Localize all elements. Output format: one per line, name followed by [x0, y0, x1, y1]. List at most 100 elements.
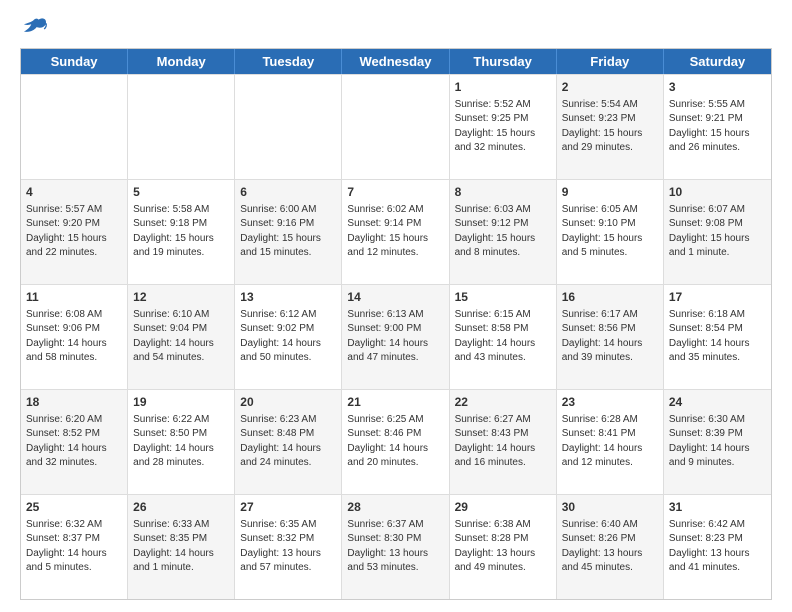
day-number: 20 — [240, 394, 336, 411]
day-number: 15 — [455, 289, 551, 306]
calendar-day-9: 9 Sunrise: 6:05 AMSunset: 9:10 PMDaylight… — [557, 180, 664, 284]
calendar-day-22: 22 Sunrise: 6:27 AMSunset: 8:43 PMDayligh… — [450, 390, 557, 494]
calendar-empty-cell — [21, 75, 128, 179]
day-info: Sunrise: 6:05 AMSunset: 9:10 PMDaylight:… — [562, 203, 658, 261]
calendar-day-11: 11Sunrise: 6:08 AMSunset: 9:06 PMDayligh… — [21, 285, 128, 389]
day-number: 14 — [347, 289, 443, 306]
calendar-day-17: 17 Sunrise: 6:18 AMSunset: 8:54 PMDayligh… — [664, 285, 771, 389]
day-info: Sunrise: 6:25 AMSunset: 8:46 PMDaylight:… — [347, 413, 443, 471]
day-number: 12 — [133, 289, 229, 306]
day-info: Sunrise: 6:35 AMSunset: 8:32 PMDaylight:… — [240, 518, 336, 576]
calendar-day-16: 16 Sunrise: 6:17 AMSunset: 8:56 PMDayligh… — [557, 285, 664, 389]
day-info: Sunrise: 6:07 AMSunset: 9:08 PMDaylight:… — [669, 203, 766, 261]
day-number: 5 — [133, 184, 229, 201]
day-info: Sunrise: 6:18 AMSunset: 8:54 PMDaylight:… — [669, 308, 766, 366]
header-day-thursday: Thursday — [450, 49, 557, 74]
calendar-empty-cell — [128, 75, 235, 179]
calendar: SundayMondayTuesdayWednesdayThursdayFrid… — [20, 48, 772, 600]
day-info: Sunrise: 6:22 AMSunset: 8:50 PMDaylight:… — [133, 413, 229, 471]
day-info: Sunrise: 6:03 AMSunset: 9:12 PMDaylight:… — [455, 203, 551, 261]
day-info: Sunrise: 6:27 AMSunset: 8:43 PMDaylight:… — [455, 413, 551, 471]
calendar-day-15: 15 Sunrise: 6:15 AMSunset: 8:58 PMDayligh… — [450, 285, 557, 389]
calendar-day-10: 10 Sunrise: 6:07 AMSunset: 9:08 PMDayligh… — [664, 180, 771, 284]
logo-bird-icon — [20, 16, 48, 38]
day-number: 29 — [455, 499, 551, 516]
calendar-day-24: 24Sunrise: 6:30 AMSunset: 8:39 PMDayligh… — [664, 390, 771, 494]
day-info: Sunrise: 6:23 AMSunset: 8:48 PMDaylight:… — [240, 413, 336, 471]
calendar-day-25: 25 Sunrise: 6:32 AMSunset: 8:37 PMDayligh… — [21, 495, 128, 599]
day-number: 28 — [347, 499, 443, 516]
calendar-day-26: 26 Sunrise: 6:33 AMSunset: 8:35 PMDayligh… — [128, 495, 235, 599]
day-number: 22 — [455, 394, 551, 411]
day-number: 30 — [562, 499, 658, 516]
day-number: 19 — [133, 394, 229, 411]
day-number: 7 — [347, 184, 443, 201]
day-number: 25 — [26, 499, 122, 516]
day-number: 2 — [562, 79, 658, 96]
day-info: Sunrise: 6:10 AMSunset: 9:04 PMDaylight:… — [133, 308, 229, 366]
day-info: Sunrise: 6:02 AMSunset: 9:14 PMDaylight:… — [347, 203, 443, 261]
calendar-day-20: 20 Sunrise: 6:23 AMSunset: 8:48 PMDayligh… — [235, 390, 342, 494]
calendar-day-7: 7 Sunrise: 6:02 AMSunset: 9:14 PMDaylight… — [342, 180, 449, 284]
calendar-day-5: 5 Sunrise: 5:58 AMSunset: 9:18 PMDaylight… — [128, 180, 235, 284]
calendar-row-2: 4Sunrise: 5:57 AMSunset: 9:20 PMDaylight… — [21, 179, 771, 284]
day-number: 10 — [669, 184, 766, 201]
day-number: 31 — [669, 499, 766, 516]
day-number: 11 — [26, 289, 122, 306]
calendar-body: 1 Sunrise: 5:52 AMSunset: 9:25 PMDaylight… — [21, 74, 771, 599]
calendar-row-4: 18 Sunrise: 6:20 AMSunset: 8:52 PMDayligh… — [21, 389, 771, 494]
calendar-day-28: 28 Sunrise: 6:37 AMSunset: 8:30 PMDayligh… — [342, 495, 449, 599]
day-info: Sunrise: 6:13 AMSunset: 9:00 PMDaylight:… — [347, 308, 443, 366]
header-day-monday: Monday — [128, 49, 235, 74]
calendar-day-21: 21 Sunrise: 6:25 AMSunset: 8:46 PMDayligh… — [342, 390, 449, 494]
day-number: 16 — [562, 289, 658, 306]
day-number: 23 — [562, 394, 658, 411]
day-info: Sunrise: 6:33 AMSunset: 8:35 PMDaylight:… — [133, 518, 229, 576]
calendar-day-12: 12 Sunrise: 6:10 AMSunset: 9:04 PMDayligh… — [128, 285, 235, 389]
calendar-day-8: 8 Sunrise: 6:03 AMSunset: 9:12 PMDaylight… — [450, 180, 557, 284]
calendar-row-3: 11Sunrise: 6:08 AMSunset: 9:06 PMDayligh… — [21, 284, 771, 389]
day-number: 26 — [133, 499, 229, 516]
calendar-day-23: 23 Sunrise: 6:28 AMSunset: 8:41 PMDayligh… — [557, 390, 664, 494]
calendar-day-4: 4Sunrise: 5:57 AMSunset: 9:20 PMDaylight… — [21, 180, 128, 284]
day-info: Sunrise: 6:15 AMSunset: 8:58 PMDaylight:… — [455, 308, 551, 366]
day-info: Sunrise: 6:20 AMSunset: 8:52 PMDaylight:… — [26, 413, 122, 471]
calendar-row-1: 1 Sunrise: 5:52 AMSunset: 9:25 PMDaylight… — [21, 74, 771, 179]
day-info: Sunrise: 6:00 AMSunset: 9:16 PMDaylight:… — [240, 203, 336, 261]
day-number: 18 — [26, 394, 122, 411]
day-number: 6 — [240, 184, 336, 201]
day-info: Sunrise: 6:28 AMSunset: 8:41 PMDaylight:… — [562, 413, 658, 471]
day-info: Sunrise: 6:40 AMSunset: 8:26 PMDaylight:… — [562, 518, 658, 576]
calendar-day-6: 6 Sunrise: 6:00 AMSunset: 9:16 PMDaylight… — [235, 180, 342, 284]
header-day-sunday: Sunday — [21, 49, 128, 74]
calendar-day-19: 19 Sunrise: 6:22 AMSunset: 8:50 PMDayligh… — [128, 390, 235, 494]
day-number: 3 — [669, 79, 766, 96]
calendar-day-3: 3 Sunrise: 5:55 AMSunset: 9:21 PMDaylight… — [664, 75, 771, 179]
calendar-day-29: 29Sunrise: 6:38 AMSunset: 8:28 PMDayligh… — [450, 495, 557, 599]
day-info: Sunrise: 5:52 AMSunset: 9:25 PMDaylight:… — [455, 98, 551, 156]
day-number: 17 — [669, 289, 766, 306]
day-info: Sunrise: 6:12 AMSunset: 9:02 PMDaylight:… — [240, 308, 336, 366]
calendar-empty-cell — [235, 75, 342, 179]
logo — [20, 16, 54, 38]
calendar-day-1: 1 Sunrise: 5:52 AMSunset: 9:25 PMDaylight… — [450, 75, 557, 179]
day-info: Sunrise: 5:57 AMSunset: 9:20 PMDaylight:… — [26, 203, 122, 261]
calendar-day-13: 13Sunrise: 6:12 AMSunset: 9:02 PMDayligh… — [235, 285, 342, 389]
day-number: 8 — [455, 184, 551, 201]
calendar-row-5: 25 Sunrise: 6:32 AMSunset: 8:37 PMDayligh… — [21, 494, 771, 599]
day-info: Sunrise: 6:32 AMSunset: 8:37 PMDaylight:… — [26, 518, 122, 576]
day-number: 9 — [562, 184, 658, 201]
day-info: Sunrise: 5:55 AMSunset: 9:21 PMDaylight:… — [669, 98, 766, 156]
day-info: Sunrise: 6:30 AMSunset: 8:39 PMDaylight:… — [669, 413, 766, 471]
calendar-day-2: 2Sunrise: 5:54 AMSunset: 9:23 PMDaylight… — [557, 75, 664, 179]
header-day-wednesday: Wednesday — [342, 49, 449, 74]
day-number: 1 — [455, 79, 551, 96]
day-info: Sunrise: 6:37 AMSunset: 8:30 PMDaylight:… — [347, 518, 443, 576]
calendar-empty-cell — [342, 75, 449, 179]
header-day-tuesday: Tuesday — [235, 49, 342, 74]
day-info: Sunrise: 6:17 AMSunset: 8:56 PMDaylight:… — [562, 308, 658, 366]
day-number: 27 — [240, 499, 336, 516]
header — [20, 16, 772, 38]
day-info: Sunrise: 5:58 AMSunset: 9:18 PMDaylight:… — [133, 203, 229, 261]
day-number: 21 — [347, 394, 443, 411]
